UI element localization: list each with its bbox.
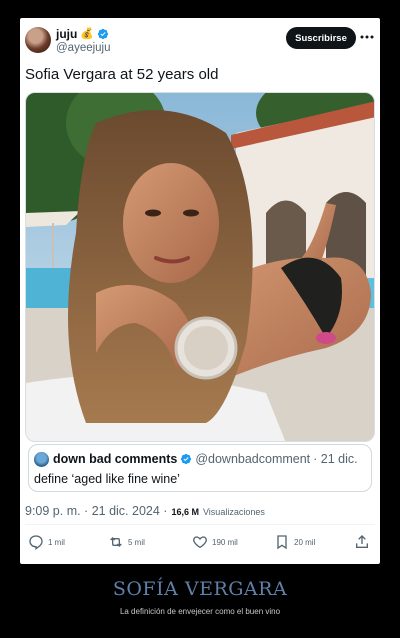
- quoted-author-row: down bad comments @downbadcomment · 21 d…: [53, 452, 358, 466]
- like-count: 190 mil: [212, 537, 238, 547]
- share-icon: [356, 535, 368, 548]
- tweet-timestamp[interactable]: 9:09 p. m. · 21 dic. 2024 ·: [25, 504, 167, 518]
- reply-icon: [29, 535, 43, 550]
- repost-count: 5 mil: [128, 537, 145, 547]
- author-name-row: juju 💰: [56, 27, 109, 41]
- author-display-name[interactable]: juju: [56, 27, 77, 41]
- tweet-photo[interactable]: [25, 92, 375, 442]
- more-options-icon[interactable]: [360, 29, 374, 45]
- quoted-tweet-text: define ‘aged like fine wine’: [34, 472, 180, 486]
- bookmark-button[interactable]: 20 mil: [274, 534, 315, 550]
- heart-icon: [193, 536, 207, 549]
- tweet-text: Sofia Vergara at 52 years old: [25, 66, 219, 83]
- divider: [25, 524, 375, 525]
- quoted-author-avatar: [34, 452, 49, 467]
- verified-badge-icon: [181, 453, 192, 465]
- caption-title: SOFÍA VERGARA: [112, 578, 288, 600]
- photo-illustration: [26, 93, 374, 441]
- reply-button[interactable]: 1 mil: [28, 534, 65, 550]
- tweet-card: juju 💰 @ayeejuju Suscribirse Sofia Verga…: [20, 18, 380, 564]
- money-bag-icon: 💰: [80, 28, 95, 40]
- quoted-author-name: down bad comments: [53, 452, 178, 466]
- tweet-meta: 9:09 p. m. · 21 dic. 2024 · 16,6 M Visua…: [25, 504, 265, 518]
- repost-button[interactable]: 5 mil: [108, 534, 145, 550]
- subscribe-button[interactable]: Suscribirse: [286, 27, 356, 49]
- quoted-tweet[interactable]: down bad comments @downbadcomment · 21 d…: [28, 444, 372, 492]
- like-button[interactable]: 190 mil: [192, 534, 238, 550]
- verified-badge-icon: [97, 28, 109, 40]
- reply-count: 1 mil: [48, 537, 65, 547]
- tweet-header: juju 💰 @ayeejuju Suscribirse: [20, 18, 380, 64]
- share-button[interactable]: [354, 534, 370, 550]
- views-count: 16,6 M: [171, 507, 199, 517]
- quoted-author-handle: @downbadcomment: [195, 452, 311, 466]
- author-avatar[interactable]: [25, 27, 51, 53]
- bookmark-icon: [277, 535, 287, 550]
- bookmark-count: 20 mil: [294, 537, 316, 547]
- tweet-actions: 1 mil 5 mil 190 mil 20 mil: [20, 532, 380, 554]
- quoted-tweet-date: · 21 dic.: [313, 452, 358, 466]
- repost-icon: [110, 537, 122, 547]
- caption-subtitle: La definición de envejecer como el buen …: [119, 607, 281, 616]
- views-label: Visualizaciones: [202, 507, 265, 517]
- author-handle[interactable]: @ayeejuju: [56, 42, 111, 54]
